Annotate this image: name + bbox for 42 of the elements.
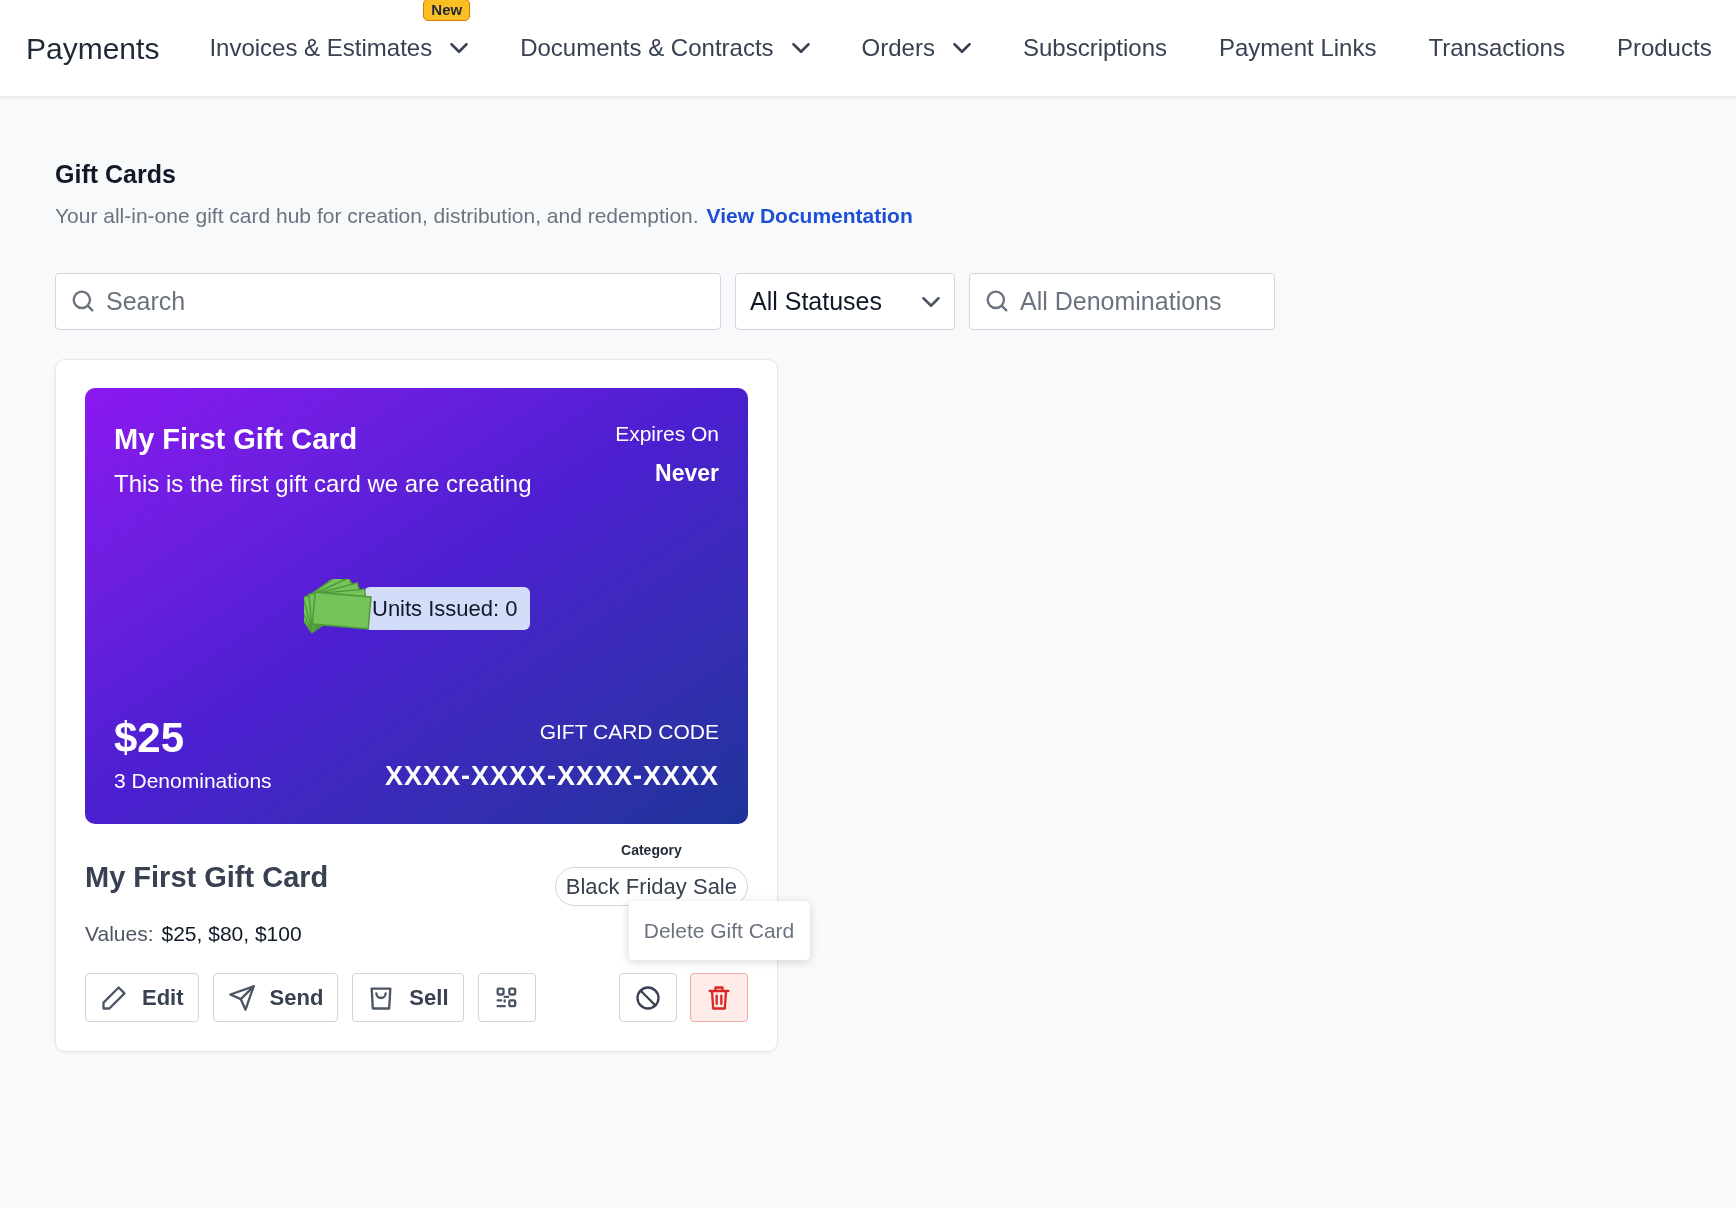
nav-menu-item[interactable]: Subscriptions bbox=[1022, 30, 1167, 66]
nav-menu-item[interactable]: Invoices & Estimates bbox=[209, 30, 469, 66]
units-issued-badge: Units Issued: 0 bbox=[364, 587, 530, 631]
chevron-down-icon bbox=[791, 43, 810, 53]
chevron-down-icon bbox=[952, 43, 971, 53]
prohibited-icon bbox=[634, 983, 662, 1012]
category-label: Category bbox=[621, 841, 682, 860]
qr-button[interactable] bbox=[477, 973, 536, 1022]
expires-value: Never bbox=[655, 458, 719, 488]
send-button[interactable]: Send bbox=[212, 973, 339, 1022]
disable-button[interactable] bbox=[619, 973, 677, 1022]
denomination-search-field[interactable]: All Denominations bbox=[969, 273, 1275, 330]
values-text: $25, $80, $100 bbox=[161, 920, 302, 947]
page-title: Gift Cards bbox=[55, 159, 177, 190]
search-field[interactable]: Search bbox=[55, 273, 721, 330]
card-subtitle: This is the first gift card we are creating bbox=[114, 468, 532, 499]
chevron-down-icon bbox=[450, 43, 469, 53]
status-dropdown[interactable]: All Statuses bbox=[735, 273, 955, 330]
values-label: Values: bbox=[85, 920, 154, 947]
nav-menu-item[interactable]: Products bbox=[1616, 30, 1712, 66]
tooltip: Delete Gift Card bbox=[628, 900, 810, 960]
gift-card-code: XXXX-XXXX-XXXX-XXXX bbox=[384, 759, 719, 793]
delete-button[interactable] bbox=[690, 973, 748, 1022]
card-title: My First Gift Card bbox=[114, 422, 359, 457]
card-amount: $25 bbox=[114, 716, 186, 759]
app-title: Payments bbox=[26, 30, 160, 67]
page-description: Your all-in-one gift card hub for creation, distribution, and redemption. bbox=[55, 202, 699, 229]
chevron-down-icon bbox=[922, 296, 940, 307]
paper-plane-icon bbox=[227, 983, 256, 1012]
code-label: GIFT CARD CODE bbox=[539, 719, 719, 745]
nav-menu-item[interactable]: Transactions bbox=[1428, 30, 1565, 66]
documentation-link[interactable]: View Documentation bbox=[706, 199, 913, 231]
expires-label: Expires On bbox=[615, 421, 719, 447]
nav-menu-item[interactable]: Payment Links bbox=[1219, 30, 1377, 66]
nav-menu-item[interactable]: Documents & Contracts bbox=[520, 30, 810, 66]
edit-button[interactable]: Edit bbox=[85, 973, 199, 1022]
nav-menu-item[interactable]: Orders bbox=[861, 30, 971, 66]
sell-button[interactable]: Sell bbox=[352, 973, 464, 1022]
gift-card-name: My First Gift Card bbox=[85, 860, 329, 895]
pencil-icon bbox=[100, 983, 128, 1012]
new-badge: New bbox=[423, 0, 471, 21]
denominations-count: 3 Denominations bbox=[114, 767, 272, 794]
